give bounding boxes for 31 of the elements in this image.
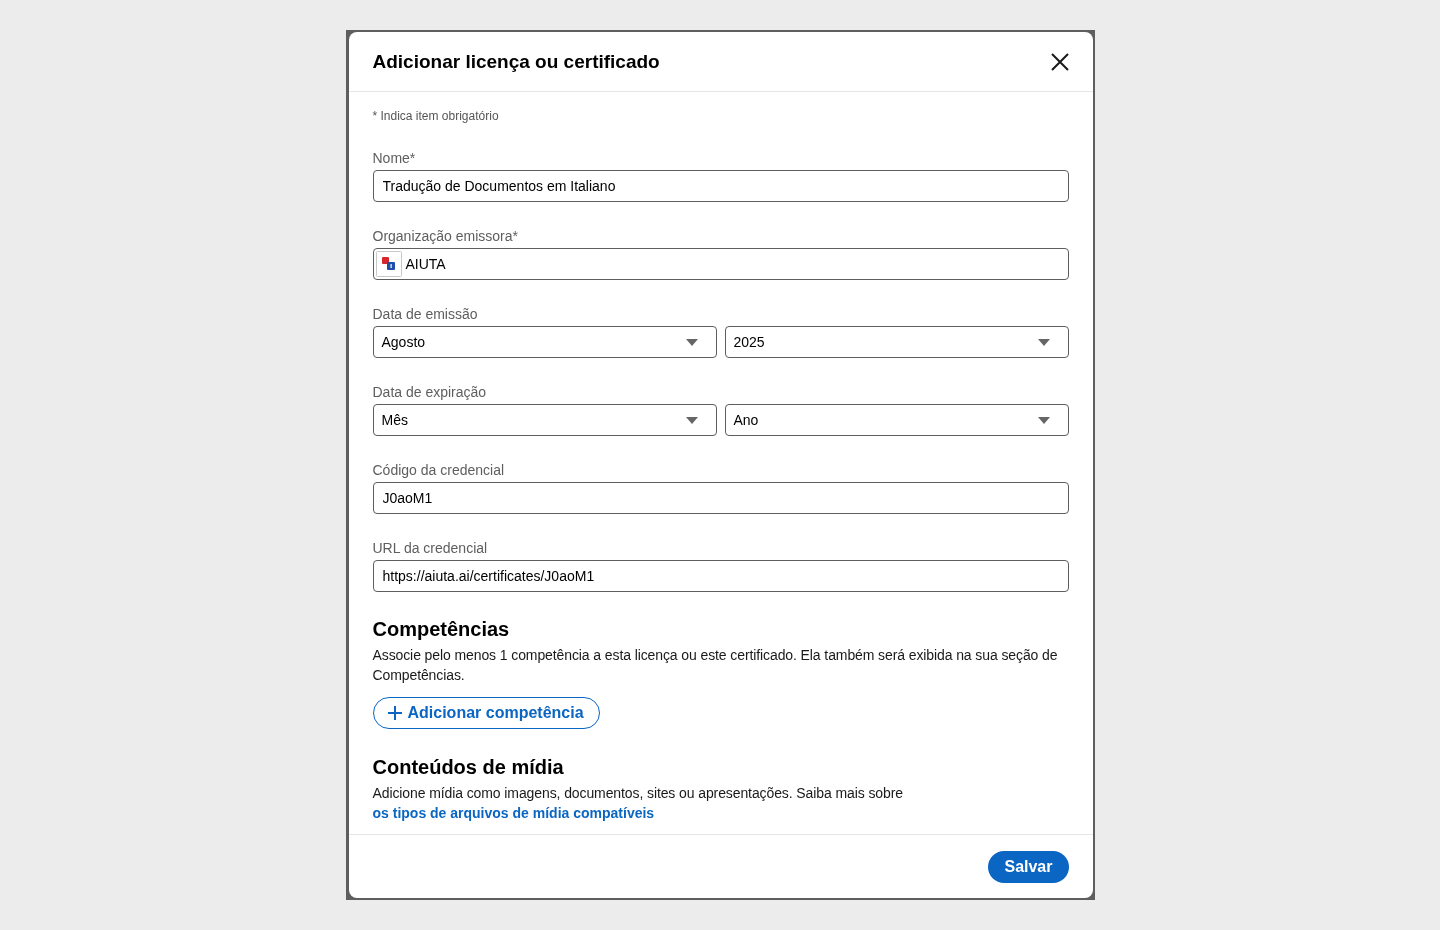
organization-field[interactable]: AIUTA [372,248,1069,280]
field-label: Nome* [372,149,416,168]
year-select[interactable]: Ano [724,404,1069,436]
field-label: Data de emissão [372,305,478,324]
required-note: * Indica item obrigatório [372,108,499,124]
logo-icon [375,251,402,277]
caret-icon [685,338,698,346]
field-label: Código da credencial [372,461,505,480]
field-label: Data de expiração [372,383,487,402]
save-button[interactable]: Salvar [988,850,1069,883]
close-icon [1050,52,1069,71]
section-heading: Competências [372,617,510,641]
field-label: URL da credencial [372,539,488,558]
caret-icon [1037,416,1050,424]
text-field[interactable]: Tradução de Documentos em Italiano [372,170,1069,202]
month-select[interactable]: Agosto [372,326,717,358]
section-heading: Conteúdos de mídia [372,755,564,779]
field-label: Organização emissora* [372,227,518,246]
plus-icon [387,706,402,720]
close-button[interactable] [1050,52,1069,71]
add-skill-button[interactable]: Adicionar competência [372,697,600,729]
month-select[interactable]: Mês [372,404,717,436]
dialog-title: Adicionar licença ou certificado [372,49,660,74]
caret-icon [1037,338,1050,346]
text-field[interactable]: J0aoM1 [372,482,1069,514]
caret-icon [685,416,698,424]
text-field[interactable]: https://aiuta.ai/certificates/J0aoM1 [372,560,1069,592]
help-link[interactable]: os tipos de arquivos de mídia compatíveis [372,805,655,821]
section-description: Adicione mídia como imagens, documentos, sites ou apresentações. Saiba mais sobre os tipos de arquivos de mídia compatíveis [372,784,904,823]
section-description: Associe pelo menos 1 competência a esta licença ou este certificado. Ela também será exibida na sua seção de Competências. [372,646,1059,685]
year-select[interactable]: 2025 [724,326,1069,358]
